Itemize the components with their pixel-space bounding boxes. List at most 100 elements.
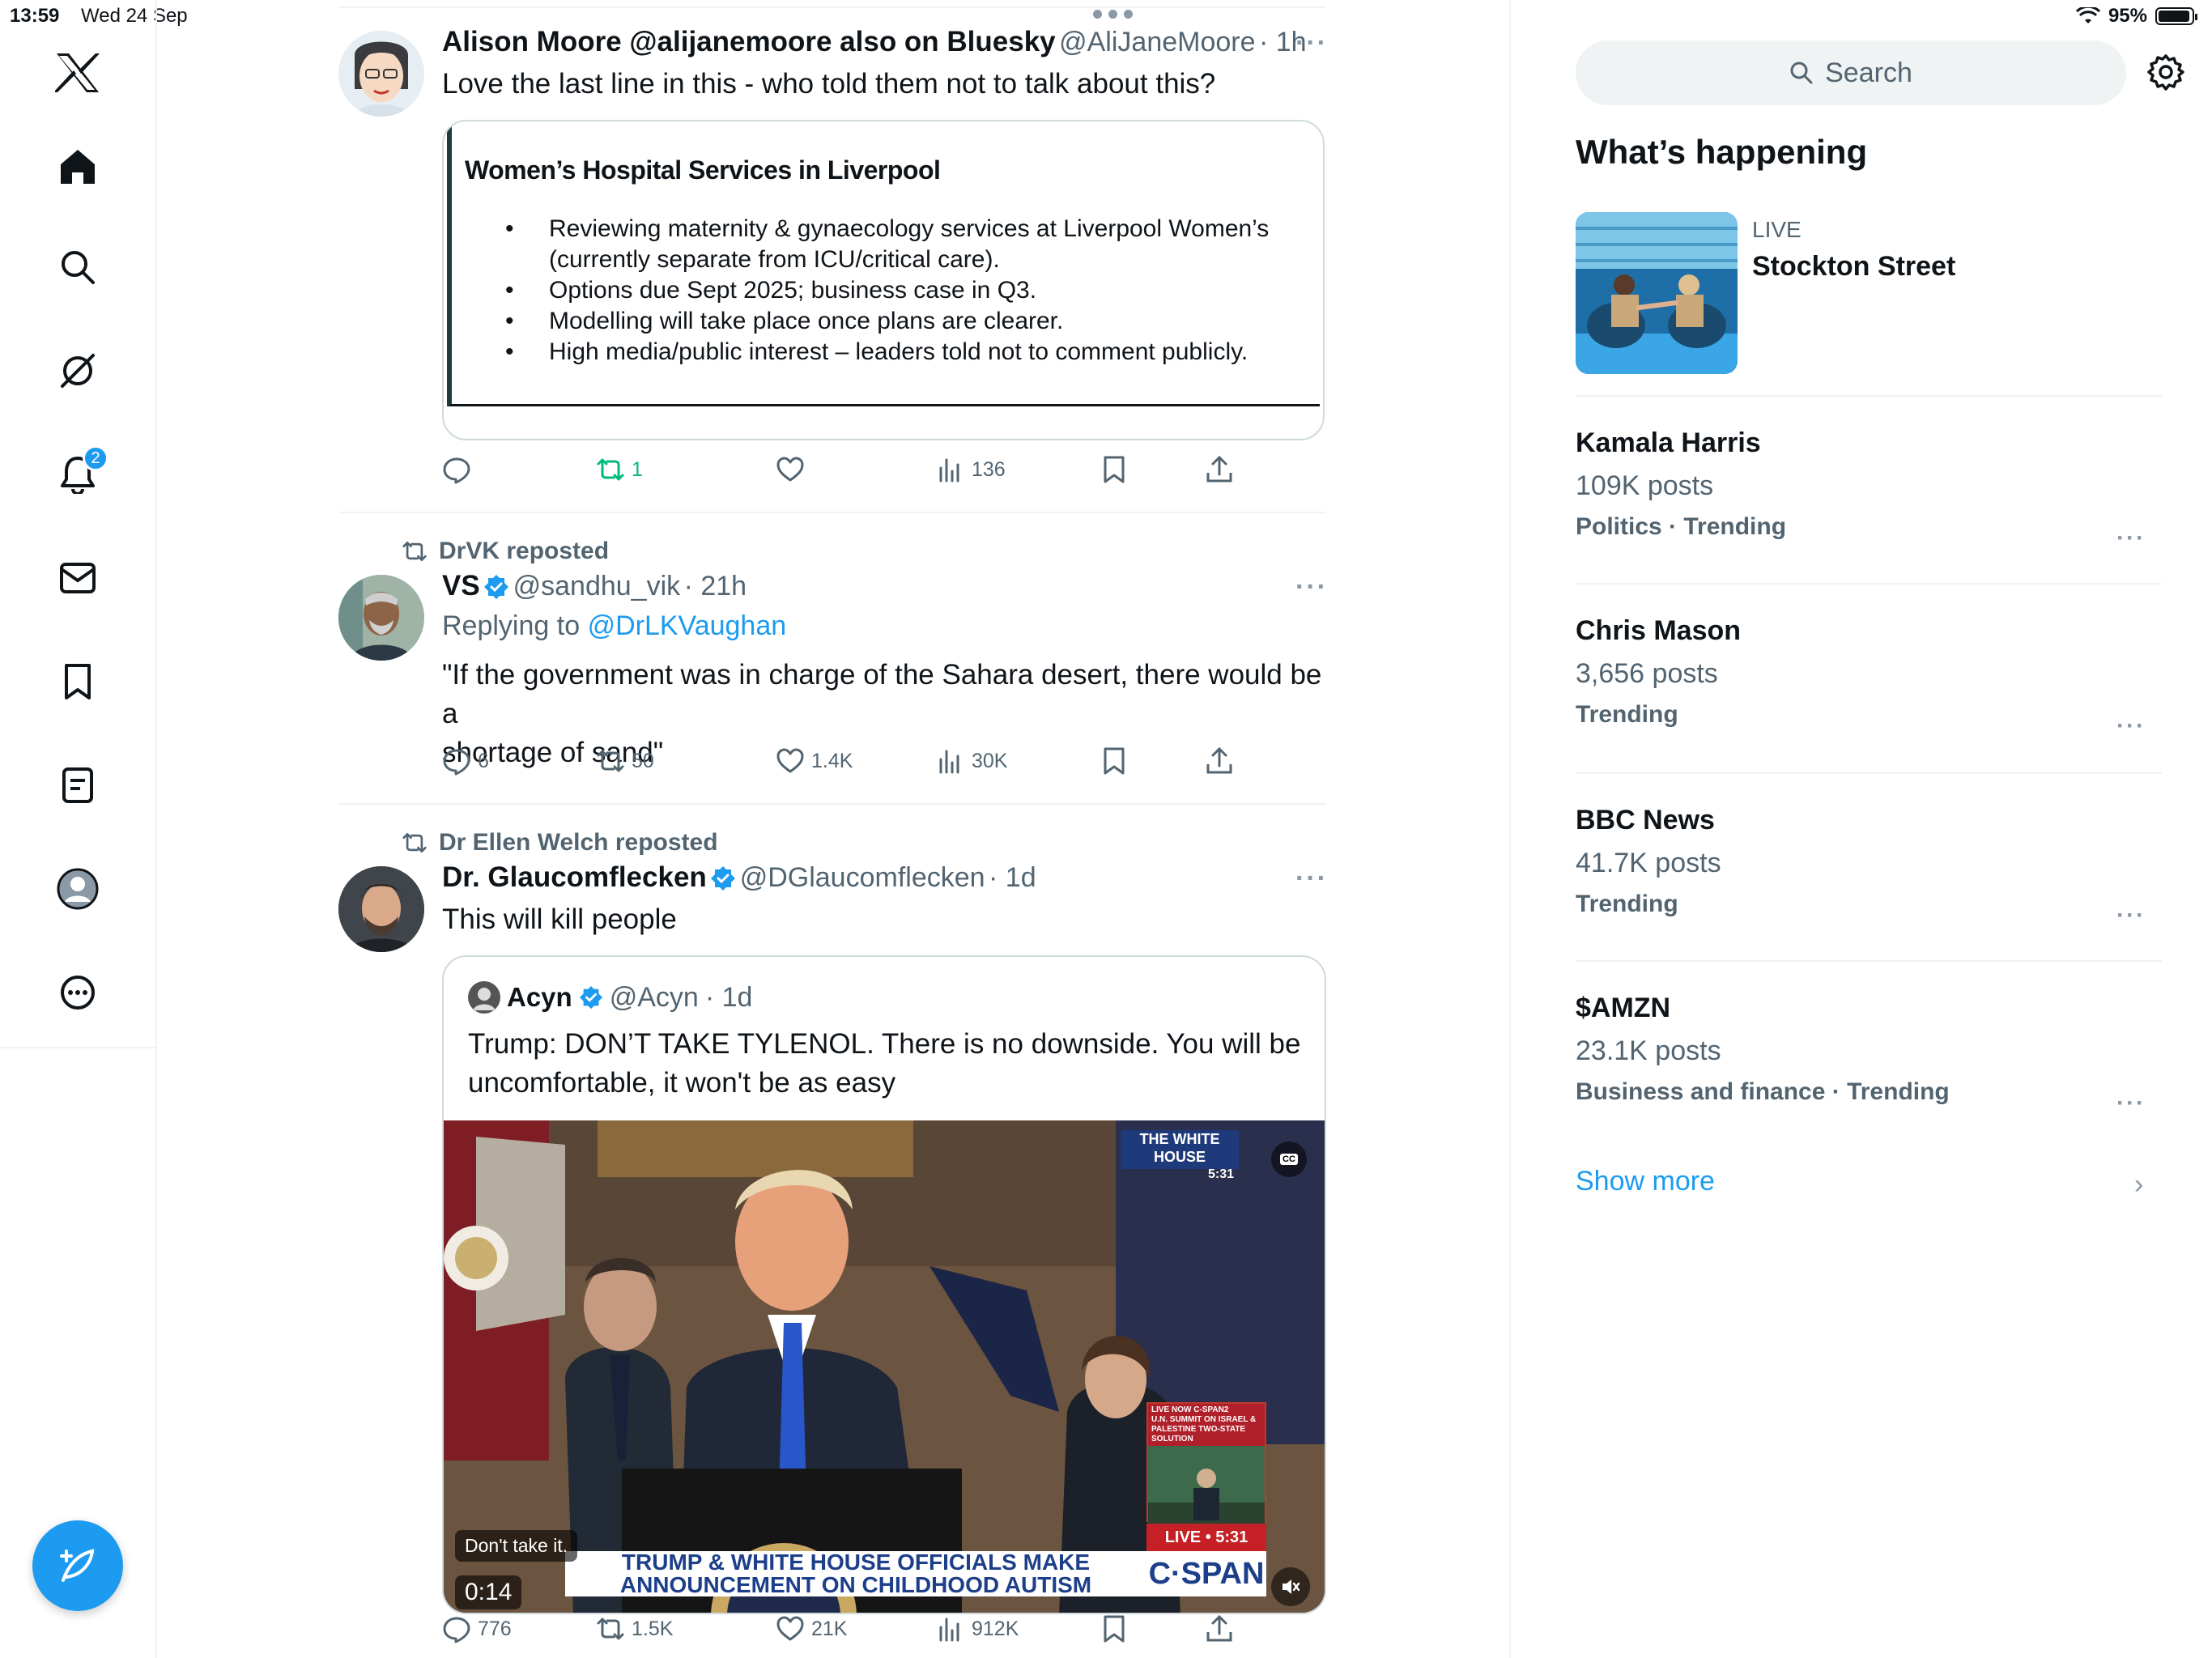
search-input[interactable]: Search [1576,40,2126,105]
repost-button[interactable]: 1 [596,455,643,484]
corner-tag-text: THE WHITE HOUSE [1139,1131,1220,1165]
repost-button[interactable]: 50 [596,746,654,776]
reply-button[interactable]: 776 [442,1614,512,1643]
quote-avatar[interactable] [468,981,500,1014]
x-logo-icon[interactable] [45,40,110,105]
lists-icon[interactable] [45,753,110,818]
like-button[interactable]: 1.4K [776,746,853,776]
views-icon [939,1618,959,1642]
tweet-author-name[interactable]: Dr. Glaucomflecken [442,861,707,893]
reply-button[interactable] [442,455,478,484]
tweet-actions: 776 1.5K 21K 912K [442,1614,1252,1650]
live-title[interactable]: Stockton Street [1752,251,1955,283]
tweet-text: This will kill people [442,903,677,935]
repost-indicator: DrVK reposted [402,538,609,565]
tweet-more-icon[interactable]: ··· [1295,28,1328,59]
tweet-more-icon[interactable]: ··· [1295,863,1328,895]
reply-to-handle[interactable]: @DrLKVaughan [588,610,787,641]
tweet-alison-moore[interactable]: Alison Moore @alijanemoore also on Blues… [338,0,1326,512]
trend-more-icon[interactable]: ··· [2116,525,2146,552]
cc-icon: CC [1280,1154,1298,1165]
reply-count: 776 [478,1617,512,1640]
views-button[interactable]: 30K [936,746,1007,776]
reply-icon [443,457,470,484]
views-count: 30K [972,749,1008,772]
trend-category: Business and finance · Trending [1576,1078,1950,1105]
tweet-more-icon[interactable]: ··· [1295,572,1328,603]
bookmark-button[interactable] [1100,746,1129,776]
grok-icon[interactable] [45,338,110,403]
trend-item[interactable]: BBC News 41.7K posts Trending ··· [1576,805,2162,934]
trend-item[interactable]: $AMZN 23.1K posts Business and finance ·… [1576,993,2162,1122]
tweet-author-handle[interactable]: @DGlaucomflecken [740,862,985,893]
more-icon[interactable] [45,960,110,1025]
bookmarks-icon[interactable] [45,649,110,714]
quote-author-handle[interactable]: @Acyn [610,982,699,1014]
repost-button[interactable]: 1.5K [596,1614,673,1643]
tweet-author-name[interactable]: Alison Moore @alijanemoore also on Blues… [442,26,1056,57]
mute-button[interactable] [1271,1567,1310,1606]
settings-button[interactable] [2147,53,2184,95]
tweet-image-card[interactable]: Women’s Hospital Services in Liverpool R… [442,120,1325,440]
quote-time[interactable]: · 1d [705,982,753,1014]
trend-more-icon[interactable]: ··· [2116,712,2146,740]
tweet-glaucomflecken[interactable]: Dr Ellen Welch reposted Dr. Glaucomfleck… [338,805,1326,1658]
video-player[interactable]: THE WHITE HOUSE 5:31 CC LIVE NOW C-SPAN2… [444,1120,1325,1613]
share-button[interactable] [1205,455,1234,484]
network-corner-tag: THE WHITE HOUSE 5:31 [1121,1130,1239,1181]
heart-icon [776,457,804,482]
tweet-author-name[interactable]: VS [442,570,480,602]
repost-by-label[interactable]: DrVK reposted [439,538,609,565]
share-icon [1206,1614,1232,1642]
profile-icon[interactable] [45,857,110,921]
show-more-link[interactable]: Show more [1576,1166,1715,1197]
trend-name: $AMZN [1576,993,1671,1023]
views-button[interactable]: 912K [936,1614,1019,1643]
messages-icon[interactable] [45,546,110,610]
share-button[interactable] [1205,1614,1234,1643]
live-thumbnail[interactable] [1576,212,1738,374]
search-placeholder: Search [1825,57,1912,88]
mute-icon [1283,1579,1300,1594]
home-icon[interactable] [45,134,110,199]
tweet-actions: 1 136 [442,455,1252,491]
views-button[interactable]: 136 [936,455,1006,484]
tweet-author-handle[interactable]: @AliJaneMoore [1059,27,1255,57]
pip-line: PALESTINE TWO-STATE SOLUTION [1151,1425,1246,1443]
like-button[interactable]: 21K [776,1614,847,1643]
trend-item[interactable]: Kamala Harris 109K posts Politics · Tren… [1576,427,2162,557]
trend-more-icon[interactable]: ··· [2116,1090,2146,1117]
trend-more-icon[interactable]: ··· [2116,902,2146,929]
like-button[interactable] [776,455,811,484]
compose-button[interactable] [32,1520,123,1611]
quote-tweet-card[interactable]: Acyn @Acyn · 1d Trump: DON’T TAKE TYLENO… [442,955,1326,1614]
tweet-author-handle[interactable]: @sandhu_vik [513,571,681,602]
video-caption: Don't take it. [455,1530,578,1562]
avatar[interactable] [338,31,424,117]
network-logo-text: C·SPAN [1148,1556,1265,1591]
repost-count: 50 [632,749,654,772]
chevron-right-icon[interactable]: › [2134,1169,2143,1201]
bookmark-button[interactable] [1100,455,1129,484]
reply-button[interactable]: 6 [442,746,489,776]
repost-by-label[interactable]: Dr Ellen Welch reposted [439,829,718,857]
notifications-icon[interactable]: 2 [45,442,110,507]
tweet-time[interactable]: · 1d [989,862,1036,893]
trend-category: Trending [1576,701,1678,728]
bookmark-button[interactable] [1100,1614,1129,1643]
search-icon[interactable] [45,235,110,300]
trend-item[interactable]: Chris Mason 3,656 posts Trending ··· [1576,615,2162,745]
avatar[interactable] [338,575,424,661]
share-icon [1206,455,1232,483]
repost-count: 1 [632,457,643,481]
side-nav: 2 [0,0,157,1658]
share-button[interactable] [1205,746,1234,776]
tweet-time[interactable]: · 21h [684,571,747,602]
quote-author-name[interactable]: Acyn [507,982,572,1013]
tweet-vs[interactable]: DrVK reposted VS @sandhu_vik · 21h ··· R… [338,513,1326,803]
cc-button[interactable]: CC [1271,1141,1307,1177]
avatar[interactable] [338,866,424,952]
repost-count: 1.5K [632,1617,674,1640]
bookmark-icon [1104,747,1125,775]
card-bullet-list: Reviewing maternity & gynaecology servic… [500,214,1269,368]
